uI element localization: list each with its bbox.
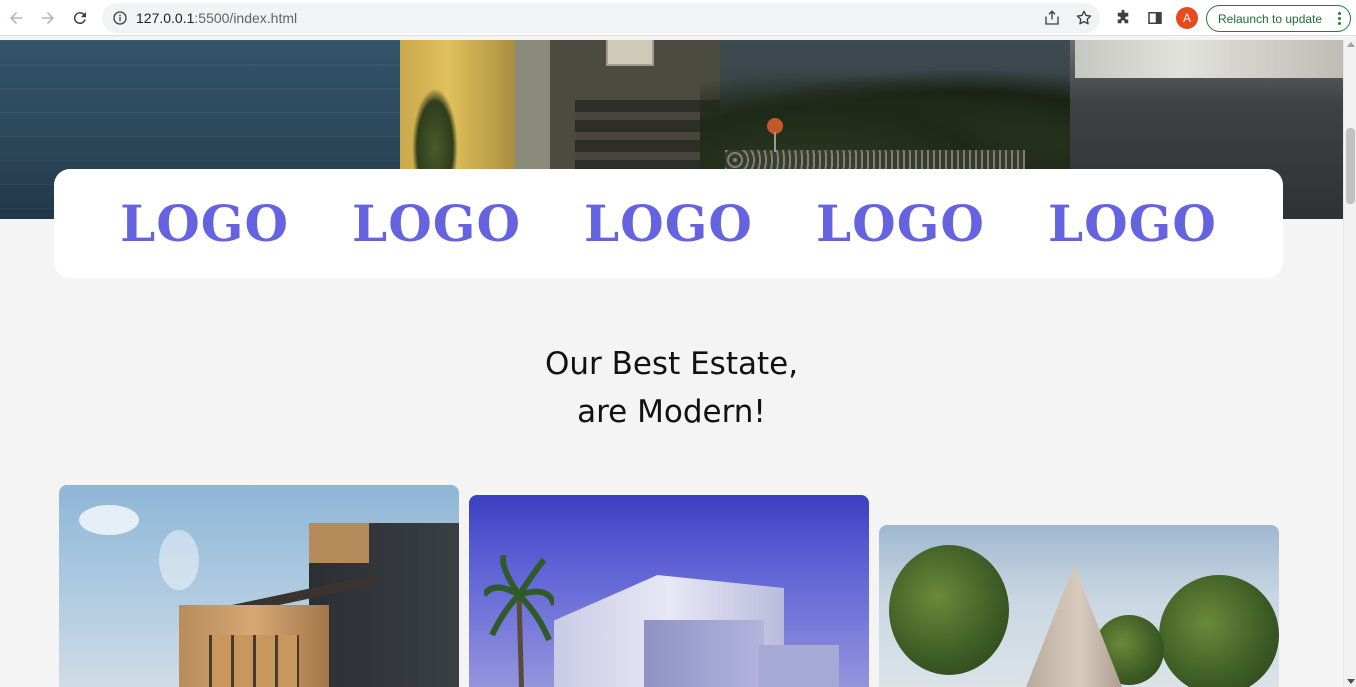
info-icon[interactable] — [112, 10, 128, 26]
url-text: 127.0.0.1:5500/index.html — [136, 10, 297, 26]
partner-logo: LOGO — [120, 194, 290, 253]
section-heading-line2: are Modern! — [577, 394, 766, 430]
reload-icon — [73, 12, 86, 25]
share-button[interactable] — [1042, 8, 1062, 28]
address-bar-actions — [1042, 8, 1094, 28]
star-icon — [1076, 10, 1092, 25]
browser-toolbar: 127.0.0.1:5500/index.html A Relaunch to … — [0, 0, 1356, 36]
arrow-left-icon — [10, 12, 22, 24]
partner-logo: LOGO — [584, 194, 753, 253]
estate-card-image[interactable] — [469, 495, 869, 687]
partner-logo: LOGO — [1047, 194, 1217, 253]
partner-logo: LOGO — [815, 194, 985, 253]
bookmark-button[interactable] — [1074, 8, 1094, 28]
puzzle-icon — [1117, 9, 1129, 24]
scroll-up-icon[interactable] — [1347, 42, 1355, 47]
relaunch-label: Relaunch to update — [1218, 11, 1323, 26]
side-panel-icon — [1148, 12, 1162, 24]
extensions-button[interactable] — [1113, 8, 1133, 28]
more-vert-icon[interactable] — [1338, 12, 1341, 27]
scrollbar-thumb[interactable] — [1346, 128, 1355, 204]
share-icon — [1045, 10, 1059, 25]
page-scrollbar[interactable] — [1343, 40, 1356, 687]
section-heading: Our Best Estate, are Modern! — [0, 340, 1343, 436]
arrow-right-icon — [42, 12, 54, 24]
reload-button[interactable] — [64, 2, 96, 34]
url-host: 127.0.0.1 — [136, 10, 195, 26]
scroll-down-icon[interactable] — [1347, 679, 1355, 684]
address-bar[interactable]: 127.0.0.1:5500/index.html — [102, 3, 1100, 33]
partner-logos-strip: LOGO LOGO LOGO LOGO LOGO — [54, 169, 1283, 278]
side-panel-button[interactable] — [1145, 8, 1165, 28]
back-button[interactable] — [0, 2, 32, 34]
section-heading-line1: Our Best Estate, — [544, 346, 799, 382]
url-path: :5500/index.html — [194, 10, 298, 26]
estate-card-image[interactable] — [879, 525, 1279, 687]
profile-avatar[interactable]: A — [1176, 7, 1198, 29]
forward-button[interactable] — [32, 2, 64, 34]
relaunch-button[interactable]: Relaunch to update — [1206, 5, 1351, 32]
estate-card-image[interactable] — [59, 485, 459, 687]
partner-logo: LOGO — [352, 194, 522, 253]
page-viewport: LOGO LOGO LOGO LOGO LOGO Our Best Estate… — [0, 40, 1343, 687]
